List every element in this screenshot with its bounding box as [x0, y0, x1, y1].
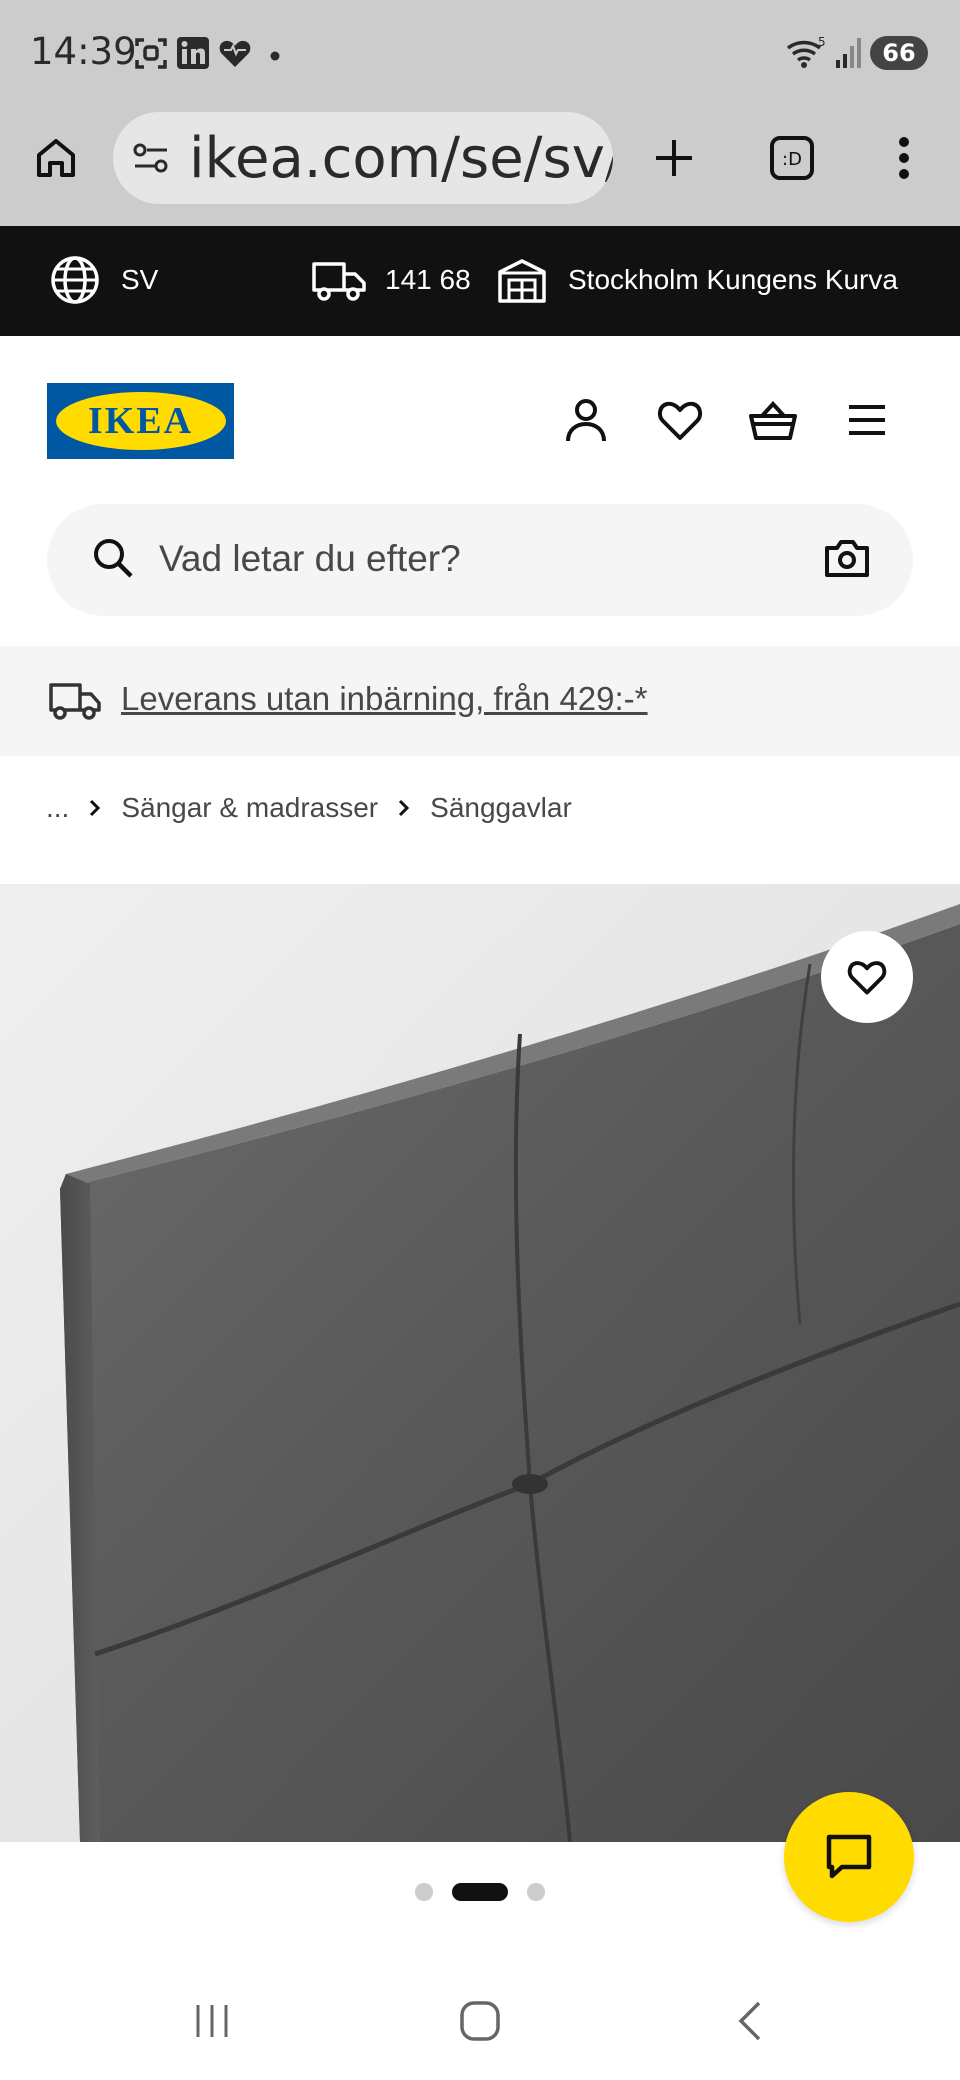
- tabs-icon[interactable]: :D: [764, 130, 820, 186]
- chevron-right-icon: [398, 792, 410, 824]
- globe-icon[interactable]: [49, 254, 101, 311]
- system-nav-bar: [0, 1950, 960, 2080]
- tab-count-label: :D: [782, 149, 802, 170]
- recent-apps-icon[interactable]: [182, 1996, 242, 2046]
- browser-toolbar: ikea.com/se/sv/p :D: [0, 108, 960, 226]
- product-image[interactable]: [0, 884, 960, 1842]
- wishlist-icon[interactable]: [652, 392, 708, 448]
- breadcrumb: ... Sängar & madrasser Sänggavlar: [46, 788, 572, 828]
- product-favorite-button[interactable]: [821, 931, 913, 1023]
- wifi-icon: 5: [786, 35, 826, 75]
- home-icon[interactable]: [28, 130, 84, 186]
- notification-dot-icon: [270, 48, 280, 66]
- heart-icon: [218, 36, 252, 75]
- search-icon[interactable]: [91, 536, 135, 585]
- site-settings-icon[interactable]: [131, 138, 171, 183]
- carousel-dot[interactable]: [415, 1883, 433, 1901]
- new-tab-icon[interactable]: [646, 130, 702, 186]
- heart-outline-icon: [847, 961, 887, 995]
- logo-oval: IKEA: [55, 392, 226, 450]
- linkedin-icon: [176, 36, 210, 75]
- search-input[interactable]: Vad letar du efter?: [159, 538, 461, 580]
- url-text[interactable]: ikea.com/se/sv/p: [189, 126, 613, 191]
- search-bar[interactable]: Vad letar du efter?: [47, 504, 913, 616]
- delivery-banner: Leverans utan inbärning, från 429:-*: [0, 646, 960, 756]
- url-bar[interactable]: ikea.com/se/sv/p: [113, 112, 613, 204]
- battery-icon: 66: [870, 36, 928, 70]
- delivery-link[interactable]: Leverans utan inbärning, från 429:-*: [121, 680, 648, 718]
- chevron-right-icon: [89, 792, 101, 824]
- svg-text:5: 5: [818, 36, 826, 49]
- ikea-logo[interactable]: IKEA: [47, 383, 234, 459]
- camera-icon[interactable]: [824, 538, 870, 583]
- profile-icon[interactable]: [558, 392, 614, 448]
- chat-bubble-icon: [826, 1834, 872, 1879]
- delivery-truck-icon[interactable]: [311, 260, 367, 309]
- breadcrumb-ellipsis[interactable]: ...: [46, 792, 69, 824]
- location-strip: SV 141 68 Stockholm Kungens Kurva: [0, 226, 960, 336]
- menu-kebab-icon[interactable]: [876, 130, 932, 186]
- status-bar: 14:39 5 66: [0, 0, 960, 108]
- store-name[interactable]: Stockholm Kungens Kurva: [568, 264, 898, 296]
- breadcrumb-item-headboards[interactable]: Sänggavlar: [430, 792, 572, 824]
- language-label[interactable]: SV: [121, 264, 158, 296]
- back-icon[interactable]: [720, 1996, 780, 2046]
- signal-icon: [834, 36, 864, 75]
- hamburger-menu-icon[interactable]: [839, 392, 895, 448]
- carousel-dot-active[interactable]: [452, 1883, 508, 1901]
- postal-code[interactable]: 141 68: [385, 264, 471, 296]
- basket-icon[interactable]: [745, 392, 801, 448]
- chat-button[interactable]: [784, 1792, 914, 1922]
- logo-text: IKEA: [87, 400, 194, 442]
- delivery-truck-icon: [48, 682, 102, 727]
- store-icon[interactable]: [497, 258, 547, 309]
- breadcrumb-item-beds[interactable]: Sängar & madrasser: [121, 792, 378, 824]
- carousel-dot[interactable]: [527, 1883, 545, 1901]
- home-nav-icon[interactable]: [450, 1996, 510, 2046]
- status-time: 14:39: [30, 30, 137, 73]
- screenshot-icon: [134, 36, 168, 75]
